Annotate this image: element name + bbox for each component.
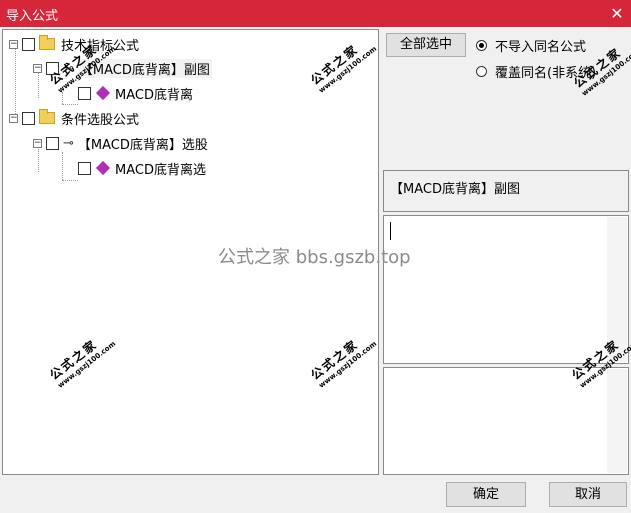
formula-description-box[interactable]	[383, 215, 629, 364]
text-cursor	[390, 222, 391, 240]
tree-line	[15, 44, 16, 118]
collapse-icon[interactable]: −	[9, 39, 18, 49]
ok-button[interactable]: 确定	[446, 482, 526, 507]
formula-icon	[95, 160, 111, 176]
tree-node-label: 条件选股公式	[61, 112, 140, 128]
radio-no-import[interactable]: 不导入同名公式	[476, 36, 586, 55]
collapse-icon[interactable]: −	[33, 138, 42, 148]
tree-node-label: MACD底背离	[115, 87, 193, 103]
tree-line	[62, 104, 78, 105]
checkbox[interactable]	[78, 161, 91, 175]
tree-node-macd-selection[interactable]: − ⊸ 【MACD底背离】选股	[33, 133, 208, 153]
checkbox[interactable]	[22, 111, 35, 125]
checkbox[interactable]	[46, 136, 59, 150]
radio-button[interactable]	[476, 40, 487, 51]
title-bar: 导入公式 ✕	[0, 0, 631, 27]
checkbox[interactable]	[22, 37, 35, 51]
radio-label: 不导入同名公式	[495, 40, 587, 55]
scrollbar[interactable]	[607, 369, 627, 473]
tree-node-stock-selection[interactable]: − 条件选股公式	[9, 108, 139, 128]
collapse-icon[interactable]: −	[9, 113, 18, 123]
tree-node-macd-selection-formula[interactable]: MACD底背离选	[78, 158, 206, 178]
collapse-icon[interactable]: −	[33, 63, 42, 73]
key-icon: ⊸	[63, 135, 74, 151]
tree-line	[62, 180, 78, 181]
tree-node-indicator-formulas[interactable]: − 技术指标公式	[9, 34, 139, 54]
tree-line	[62, 152, 63, 180]
tree-node-label: 【MACD底背离】选股	[77, 137, 208, 153]
formula-name: 【MACD底背离】副图	[390, 182, 520, 197]
select-all-button[interactable]: 全部选中	[386, 33, 466, 57]
window-title: 导入公式	[6, 9, 59, 24]
checkbox[interactable]	[78, 86, 91, 100]
formula-name-panel: 【MACD底背离】副图	[383, 170, 629, 212]
tree-node-label: MACD底背离选	[115, 162, 206, 178]
cancel-button[interactable]: 取消	[549, 482, 627, 507]
folder-icon	[39, 109, 55, 124]
tree-node-macd-formula[interactable]: MACD底背离	[78, 83, 193, 103]
radio-button[interactable]	[476, 66, 487, 77]
center-watermark: 公式之家 bbs.gszb.top	[218, 247, 411, 268]
formula-icon	[95, 85, 111, 101]
folder-icon	[39, 35, 55, 50]
formula-notes-box[interactable]	[383, 367, 629, 475]
close-icon[interactable]: ✕	[603, 0, 631, 27]
